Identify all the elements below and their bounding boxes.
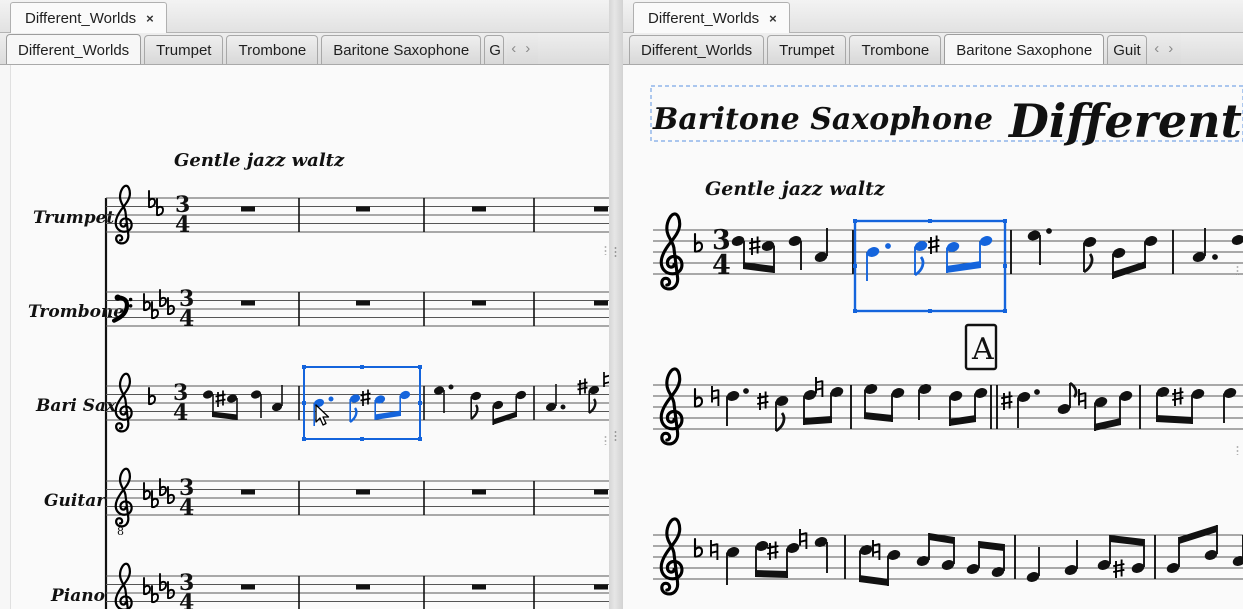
right-tab-guitar-clipped[interactable]: Guit [1107,35,1148,64]
scroll-grip [1236,445,1239,455]
staff-trumpet: Trumpet 3 4 [33,184,609,245]
right-part-tabbar: Different_Worlds Trumpet Trombone Barito… [623,33,1243,65]
tab-label: Guit [1113,41,1141,59]
close-icon[interactable]: × [146,12,154,25]
staff-trombone: Trombone 3 4 [28,286,609,332]
left-tab-trombone[interactable]: Trombone [226,35,319,64]
tab-label: G [489,41,501,59]
staff-label-trombone: Trombone [28,302,124,322]
close-icon[interactable]: × [769,12,777,25]
staff-label-piano: Piano [50,586,105,606]
chevron-right-icon[interactable]: › [1168,40,1173,57]
chevron-left-icon[interactable]: ‹ [511,40,516,57]
rehearsal-mark-label: A [971,332,994,367]
tab-label: Different_Worlds [18,41,130,59]
system-1[interactable]: 3 4 [653,212,1243,313]
left-score-panel: Different_Worlds × Different_Worlds Trum… [0,0,609,609]
right-score-canvas[interactable]: Baritone Saxophone Different W Gentle ja… [623,65,1243,609]
left-tab-trumpet[interactable]: Trumpet [144,35,224,64]
svg-text:4: 4 [179,306,194,332]
left-score-page: Gentle jazz waltz Trumpet 3 4 Trombone 3… [10,65,609,609]
right-document-tab-label: Different_Worlds [648,9,760,27]
svg-text:4: 4 [179,590,194,609]
left-tab-baritone-saxophone[interactable]: Baritone Saxophone [321,35,482,64]
left-score-notation: Gentle jazz waltz Trumpet 3 4 Trombone 3… [28,150,609,609]
left-score-canvas[interactable]: Gentle jazz waltz Trumpet 3 4 Trombone 3… [0,65,609,609]
staff-label-bari-sax: Bari Sax [35,396,117,416]
svg-text:4: 4 [712,250,731,281]
tab-label: Trumpet [779,41,835,59]
left-tab-different-worlds[interactable]: Different_Worlds [6,34,142,64]
right-document-tabbar: Different_Worlds × [623,0,1243,33]
right-document-tab[interactable]: Different_Worlds × [633,2,790,33]
musescore-window: Different_Worlds × Different_Worlds Trum… [0,0,1243,609]
right-tab-navigation[interactable]: ‹ › [1150,33,1182,64]
svg-text:4: 4 [179,495,194,521]
right-score-notation: Baritone Saxophone Different W Gentle ja… [650,85,1243,596]
svg-text:4: 4 [175,212,190,238]
staff-piano: Piano 3 4 [50,562,609,609]
right-tab-different-worlds[interactable]: Different_Worlds [629,35,765,64]
system-3[interactable] [653,517,1243,596]
tempo-marking: Gentle jazz waltz [705,178,886,200]
staff-label-trumpet: Trumpet [33,208,114,228]
tempo-marking: Gentle jazz waltz [174,150,345,171]
chevron-right-icon[interactable]: › [525,40,530,57]
left-document-tabbar: Different_Worlds × [0,0,609,33]
system-2[interactable] [653,367,1243,446]
mouse-cursor [315,404,330,426]
left-part-tabbar: Different_Worlds Trumpet Trombone Barito… [0,33,609,65]
tab-label: Trumpet [156,41,212,59]
left-document-tab[interactable]: Different_Worlds × [10,2,167,33]
tab-label: Different_Worlds [641,41,753,59]
panel-splitter[interactable] [609,0,623,609]
tab-label: Baritone Saxophone [956,41,1093,59]
staff-bari-sax[interactable]: Bari Sax 3 4 [35,365,609,441]
left-document-tab-label: Different_Worlds [25,9,137,27]
staff-guitar: Guitar 8 3 4 [44,467,609,538]
scroll-grip [1236,265,1239,275]
selection-rectangle[interactable] [853,219,1007,313]
chevron-left-icon[interactable]: ‹ [1154,40,1159,57]
right-score-panel: Different_Worlds × Different_Worlds Trum… [623,0,1243,609]
staff-label-guitar: Guitar [44,491,106,511]
svg-text:8: 8 [117,525,124,538]
right-tab-trumpet[interactable]: Trumpet [767,35,847,64]
right-tab-trombone[interactable]: Trombone [849,35,942,64]
part-name-title[interactable]: Baritone Saxophone [652,102,993,137]
right-tab-baritone-saxophone[interactable]: Baritone Saxophone [944,34,1105,64]
svg-text:4: 4 [173,400,188,426]
work-title[interactable]: Different W [1007,94,1243,148]
scroll-grip [604,245,607,255]
tab-label: Baritone Saxophone [333,41,470,59]
tab-label: Trombone [238,41,307,59]
rehearsal-mark-a[interactable]: A [964,323,998,371]
scroll-grip [604,435,607,445]
tab-label: Trombone [861,41,930,59]
right-score-page: Baritone Saxophone Different W Gentle ja… [623,65,1243,609]
left-tab-guitar-clipped[interactable]: G [484,35,505,64]
left-tab-navigation[interactable]: ‹ › [507,33,539,64]
